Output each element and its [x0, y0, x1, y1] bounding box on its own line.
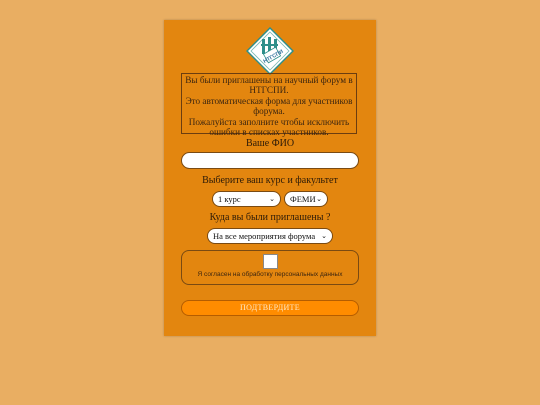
info-box: Вы были приглашены на научный форум в НТ… [181, 73, 357, 137]
fio-input[interactable] [181, 152, 359, 169]
info-line-2: Это автоматическая форма для участников … [185, 95, 353, 117]
faculty-select-value: ФЕМИ [290, 194, 316, 204]
consent-label: Я согласен на обработку персональных дан… [197, 271, 343, 278]
consent-checkbox[interactable] [263, 254, 278, 269]
chevron-down-icon: ⌄ [321, 232, 327, 240]
consent-box: Я согласен на обработку персональных дан… [181, 250, 359, 285]
invitation-select[interactable]: На все мероприятия форума ⌄ [207, 228, 333, 244]
invitation-select-value: На все мероприятия форума [213, 231, 316, 241]
faculty-select[interactable]: ФЕМИ ⌄ [284, 191, 328, 207]
chevron-down-icon: ⌄ [316, 195, 322, 203]
ntgspi-logo-icon: НТГСПИ [245, 26, 295, 76]
info-line-3: Пожалуйста заполните чтобы исключить оши… [188, 116, 350, 138]
course-select[interactable]: 1 курс ⌄ [212, 191, 281, 207]
fio-label: Ваше ФИО [245, 138, 295, 149]
form-card: НТГСПИ Вы были приглашены на научный фор… [164, 20, 376, 336]
invitation-label: Куда вы были приглашены ? [209, 212, 331, 223]
course-select-value: 1 курс [218, 194, 241, 204]
info-line-1: Вы были приглашены на научный форум в НТ… [185, 75, 353, 96]
chevron-down-icon: ⌄ [269, 195, 275, 203]
course-faculty-label: Выберите ваш курс и факультет [202, 175, 338, 186]
submit-button[interactable]: ПОДТВЕРДИТЕ [181, 300, 359, 316]
